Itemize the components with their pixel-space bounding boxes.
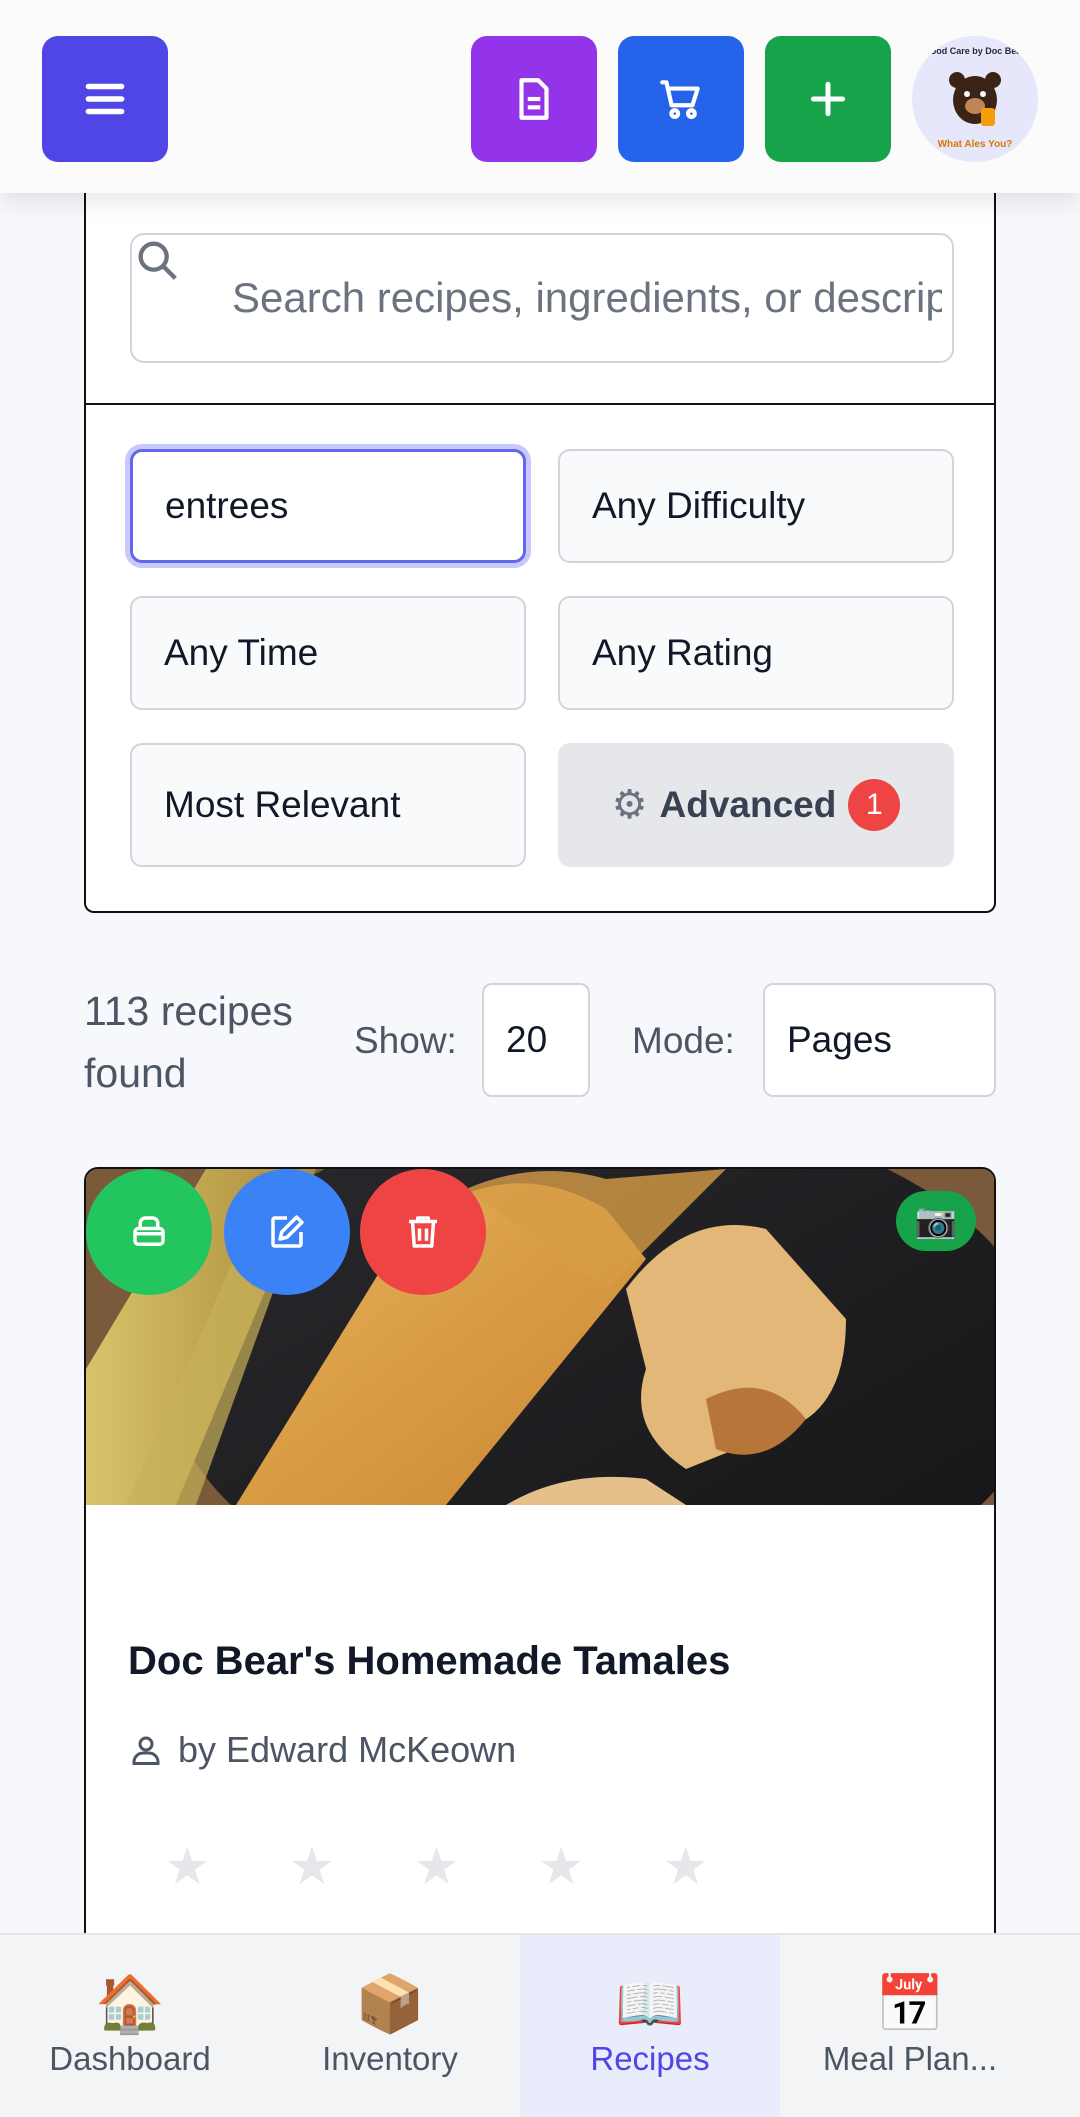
nav-meal-plan[interactable]: 📅 Meal Plan... [780,1935,1040,2117]
package-icon: 📦 [355,1972,425,2035]
sort-select[interactable]: Most Relevant [130,743,526,867]
star-icon[interactable]: ★ [289,1841,336,1893]
star-icon[interactable]: ★ [413,1841,460,1893]
add-recipe-button[interactable] [765,36,891,162]
nav-label: Dashboard [49,2040,211,2077]
results-count: 113 recipes found [84,988,293,1096]
gear-icon: ⚙ [611,783,648,827]
trash-icon [409,1216,437,1248]
camera-icon: 📷 [914,1202,958,1240]
advanced-count-badge: 1 [848,779,901,831]
user-icon [132,1736,160,1765]
nav-label: Meal Plan... [822,2040,998,2077]
edit-icon [271,1215,304,1248]
search-input[interactable] [232,265,942,331]
star-icon[interactable]: ★ [663,1841,710,1893]
app-header: Food Care by Doc Bear What Ales You? [0,0,1080,193]
category-select[interactable]: entrees [130,449,526,563]
nav-inventory[interactable]: 📦 Inventory [260,1935,520,2117]
difficulty-select[interactable]: Any Difficulty [558,449,954,563]
house-icon: 🏠 [95,1972,165,2035]
recipe-image[interactable]: 📷 [86,1169,994,1505]
shopping-cart-button[interactable] [618,36,744,162]
nav-dashboard[interactable]: 🏠 Dashboard [0,1935,260,2117]
advanced-filters-button[interactable]: ⚙ Advanced 1 [558,743,954,867]
menu-button[interactable] [42,36,168,162]
search-box[interactable] [130,233,954,363]
nav-recipes[interactable]: 📖 Recipes [520,1935,780,2117]
cart-icon [660,80,700,119]
brand-logo[interactable]: Food Care by Doc Bear What Ales You? [912,36,1038,162]
rating-stars[interactable]: ★ ★ ★ ★ ★ [164,1841,709,1893]
photo-badge[interactable]: 📷 [896,1191,976,1251]
page-size-select[interactable]: 20 [482,983,590,1097]
calendar-icon: 📅 [875,1972,945,2035]
star-icon[interactable]: ★ [164,1841,211,1893]
mode-select[interactable]: Pages [763,983,996,1097]
recipe-title[interactable]: Doc Bear's Homemade Tamales [128,1639,730,1684]
divider [86,403,994,405]
bottom-navigation: 🏠 Dashboard 📦 Inventory 📖 Recipes 📅 Meal… [0,1933,1080,2117]
bear-mascot-icon [949,72,1001,126]
cook-button[interactable] [86,1169,212,1295]
delete-recipe-button[interactable] [360,1169,486,1295]
nav-label: Inventory [322,2040,458,2077]
tamales-photo [86,1169,994,1505]
search-icon [138,241,177,280]
star-icon[interactable]: ★ [538,1841,585,1893]
pot-icon [133,1216,165,1246]
recipe-author: by Edward McKeown [128,1729,516,1771]
book-icon: 📖 [615,1972,685,2035]
hamburger-icon [85,83,125,115]
rating-select[interactable]: Any Rating [558,596,954,710]
plus-icon [810,81,846,117]
author-name: by Edward McKeown [178,1729,517,1770]
mode-label: Mode: [632,1020,735,1061]
logo-title: Food Care by Doc Bear [925,46,1025,56]
show-label: Show: [354,1020,457,1061]
time-select[interactable]: Any Time [130,596,526,710]
logo-tagline: What Ales You? [937,139,1013,150]
nav-label: Recipes [590,2040,710,2077]
edit-recipe-button[interactable] [224,1169,350,1295]
filter-panel: entrees Any Difficulty Any Time Any Rati… [84,193,996,913]
advanced-label: Advanced [659,784,837,825]
document-icon [519,78,549,120]
documents-button[interactable] [471,36,597,162]
